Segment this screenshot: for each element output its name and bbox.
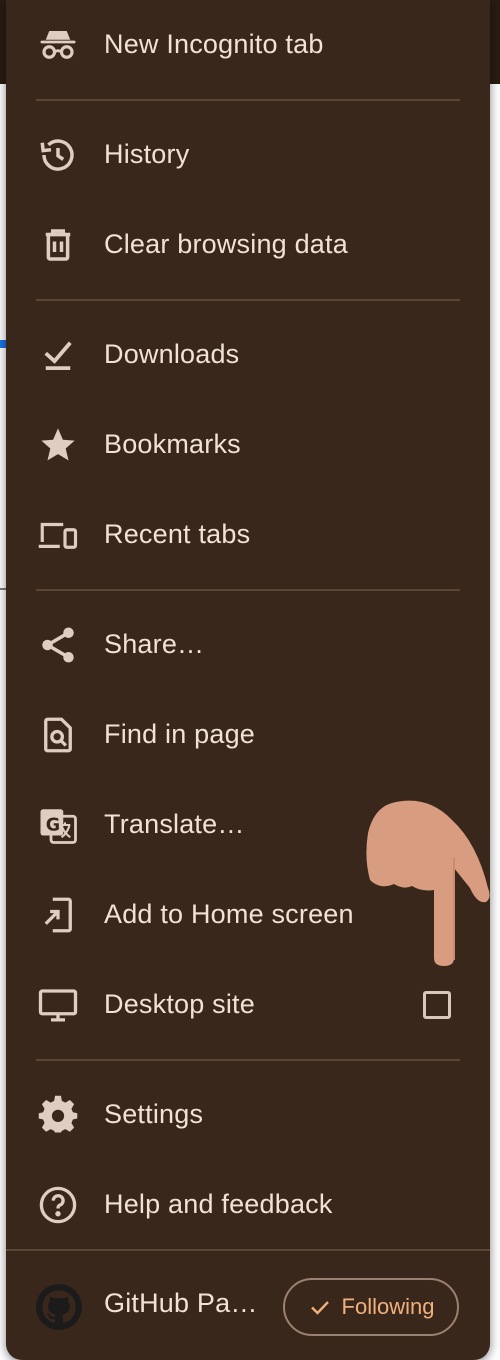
find-in-page-icon [36,713,80,757]
following-label: Following [341,1294,435,1319]
menu-item-label: History [104,139,190,169]
github-icon [36,1284,82,1330]
menu-divider [36,1059,460,1061]
menu-item-help-and-feedback[interactable]: Help and feedback [6,1160,490,1250]
menu-item-label: New Incognito tab [104,29,324,59]
menu-item-settings[interactable]: Settings [6,1070,490,1160]
menu-item-clear-browsing-data[interactable]: Clear browsing data [6,200,490,290]
incognito-icon [36,23,80,67]
menu-item-label: Share… [104,629,205,659]
menu-item-recent-tabs[interactable]: Recent tabs [6,490,490,580]
menu-item-label: Bookmarks [104,429,241,459]
menu-item-label: Settings [104,1099,204,1129]
chrome-overflow-menu: New Incognito tab History Clear browsing… [6,0,490,1360]
menu-divider [36,99,460,101]
menu-divider [36,589,460,591]
add-to-home-icon [36,893,80,937]
svg-text:G: G [46,815,60,835]
star-icon [36,423,80,467]
desktop-site-checkbox[interactable] [423,991,451,1019]
desktop-icon [36,983,80,1027]
menu-item-label: Desktop site [104,989,255,1019]
menu-item-find-in-page[interactable]: Find in page [6,690,490,780]
menu-item-share[interactable]: Share… [6,600,490,690]
menu-item-label: Recent tabs [104,519,251,549]
menu-item-label: Add to Home screen [104,899,354,929]
gear-icon [36,1093,80,1137]
site-name[interactable]: GitHub Pa… [104,1288,258,1319]
devices-icon [36,513,80,557]
help-icon [36,1183,80,1227]
menu-item-label: Downloads [104,339,240,369]
menu-item-downloads[interactable]: Downloads [6,310,490,400]
trash-icon [36,223,80,267]
history-icon [36,133,80,177]
translate-icon: G [36,803,80,847]
menu-item-bookmarks[interactable]: Bookmarks [6,400,490,490]
menu-item-desktop-site[interactable]: Desktop site [6,960,490,1050]
menu-item-label: Find in page [104,719,256,749]
menu-item-label: Clear browsing data [104,229,348,259]
menu-divider [6,1249,490,1251]
menu-item-label: Translate… [104,809,245,839]
menu-divider [36,299,460,301]
checkmark-icon [310,1301,329,1315]
share-icon [36,623,80,667]
following-button[interactable]: Following [283,1278,459,1336]
tap-hint-hand-icon [366,800,490,966]
download-icon [36,333,80,377]
menu-item-label: Help and feedback [104,1189,333,1219]
menu-item-new-incognito-tab[interactable]: New Incognito tab [6,0,490,90]
menu-item-history[interactable]: History [6,110,490,200]
